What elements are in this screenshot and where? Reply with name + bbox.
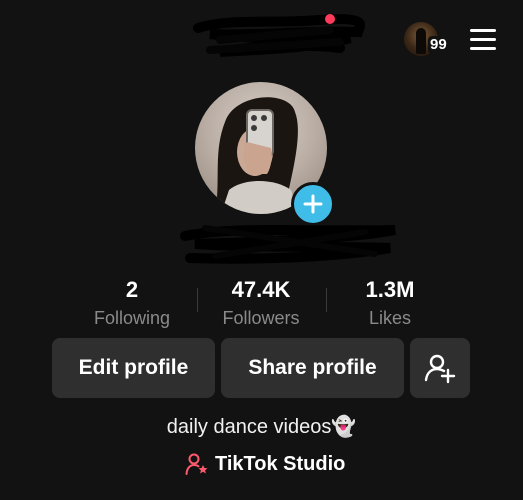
stat-likes[interactable]: 1.3M Likes [320, 276, 460, 330]
notification-dot [325, 14, 335, 24]
person-star-icon [185, 453, 208, 475]
notification-count-badge: 99 [428, 36, 449, 54]
display-name-redacted [180, 225, 396, 264]
avatar-figure [416, 28, 426, 54]
following-label: Following [93, 308, 171, 328]
plus-icon [303, 194, 323, 214]
profile-bio: daily dance videos👻 [166, 416, 357, 438]
profile-stats: 2 Following 47.4K Followers 1.3M Likes [0, 276, 523, 332]
tiktok-studio-link[interactable]: TikTok Studio [185, 450, 345, 478]
top-bar: 99 [0, 0, 523, 70]
followers-count: 47.4K [231, 277, 291, 302]
profile-screen: 99 2 Following 47.4K Followers 1.3M Like… [0, 0, 523, 500]
add-user-icon [424, 354, 456, 384]
stat-followers[interactable]: 47.4K Followers [191, 276, 331, 330]
likes-label: Likes [368, 308, 412, 328]
likes-count: 1.3M [365, 277, 415, 302]
edit-profile-button[interactable]: Edit profile [52, 338, 215, 398]
tiktok-studio-label: TikTok Studio [215, 452, 346, 475]
username-redacted [193, 14, 365, 57]
share-profile-button[interactable]: Share profile [221, 338, 404, 398]
menu-icon[interactable] [470, 28, 498, 50]
followers-label: Followers [222, 308, 300, 328]
add-friend-button[interactable] [410, 338, 470, 398]
stat-following[interactable]: 2 Following [62, 276, 202, 330]
following-count: 2 [125, 277, 139, 302]
